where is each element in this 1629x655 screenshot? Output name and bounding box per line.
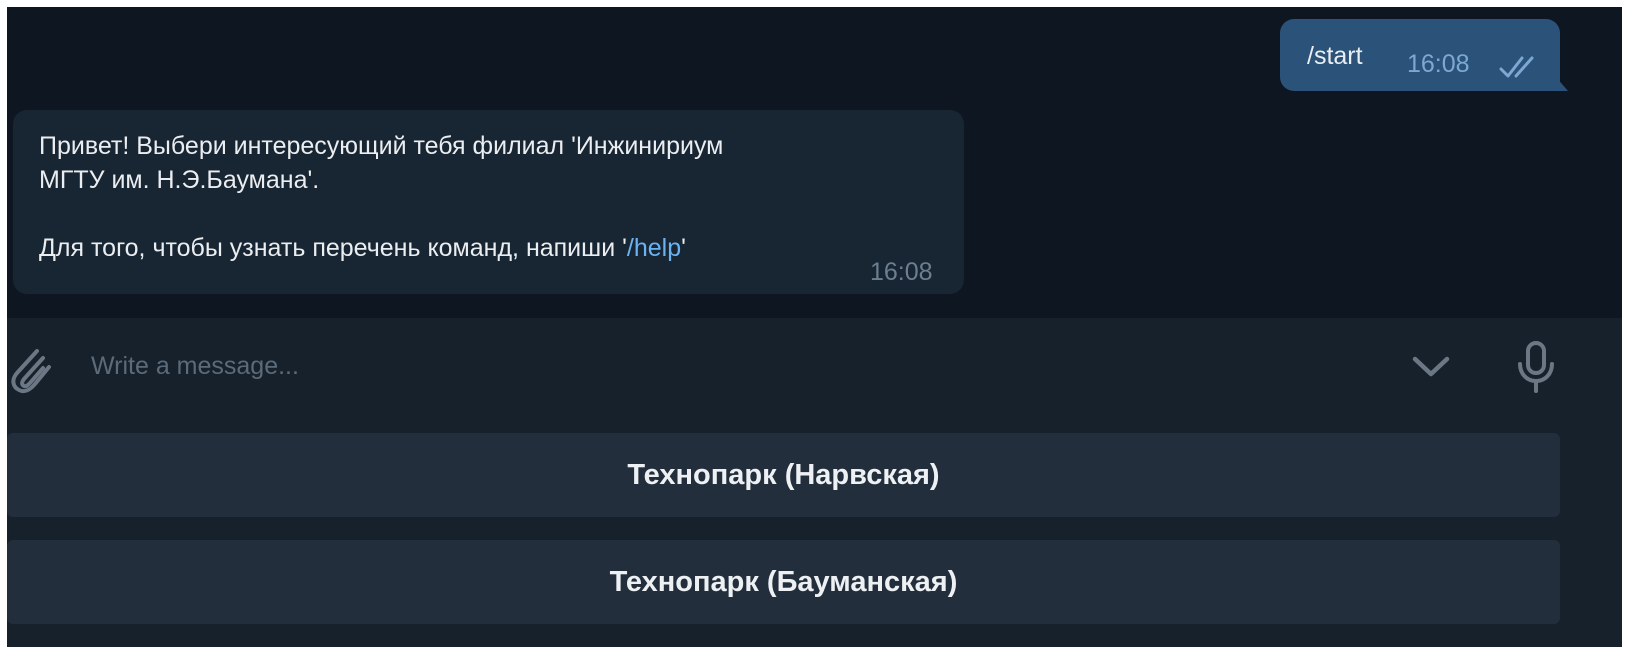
incoming-message-text: Привет! Выбери интересующий тебя филиал …	[39, 129, 879, 265]
outgoing-message-time: 16:08	[1407, 50, 1470, 78]
bubble-tail	[1556, 77, 1568, 91]
message-line: Для того, чтобы узнать перечень команд, …	[39, 231, 879, 265]
help-command-link[interactable]: /help	[627, 234, 681, 262]
telegram-chat-window: /start 16:08 Привет! Выбери интересующий…	[7, 7, 1622, 647]
message-history[interactable]: /start 16:08 Привет! Выбери интересующий…	[7, 7, 1622, 318]
message-line: Привет! Выбери интересующий тебя филиал …	[39, 132, 724, 160]
microphone-icon[interactable]	[1515, 340, 1557, 394]
outgoing-message-bubble[interactable]: /start 16:08	[1280, 19, 1568, 91]
message-text-segment: '	[681, 234, 686, 262]
incoming-message-time: 16:08	[870, 258, 933, 286]
reply-keyboard: Технопарк (Нарвская) Технопарк (Бауманск…	[7, 427, 1622, 647]
paperclip-icon[interactable]	[7, 343, 53, 395]
outgoing-message-text: /start	[1307, 42, 1363, 70]
message-input[interactable]	[91, 346, 1391, 386]
incoming-message-bubble[interactable]: Привет! Выбери интересующий тебя филиал …	[13, 110, 964, 294]
keyboard-button-baumanskaya[interactable]: Технопарк (Бауманская)	[7, 540, 1560, 624]
message-text-segment: Для того, чтобы узнать перечень команд, …	[39, 234, 627, 262]
message-composer	[7, 318, 1622, 427]
chevron-down-icon[interactable]	[1411, 354, 1451, 380]
keyboard-button-narvskaya[interactable]: Технопарк (Нарвская)	[7, 433, 1560, 517]
double-check-icon	[1499, 56, 1534, 78]
message-line: МГТУ им. Н.Э.Баумана'.	[39, 166, 320, 194]
